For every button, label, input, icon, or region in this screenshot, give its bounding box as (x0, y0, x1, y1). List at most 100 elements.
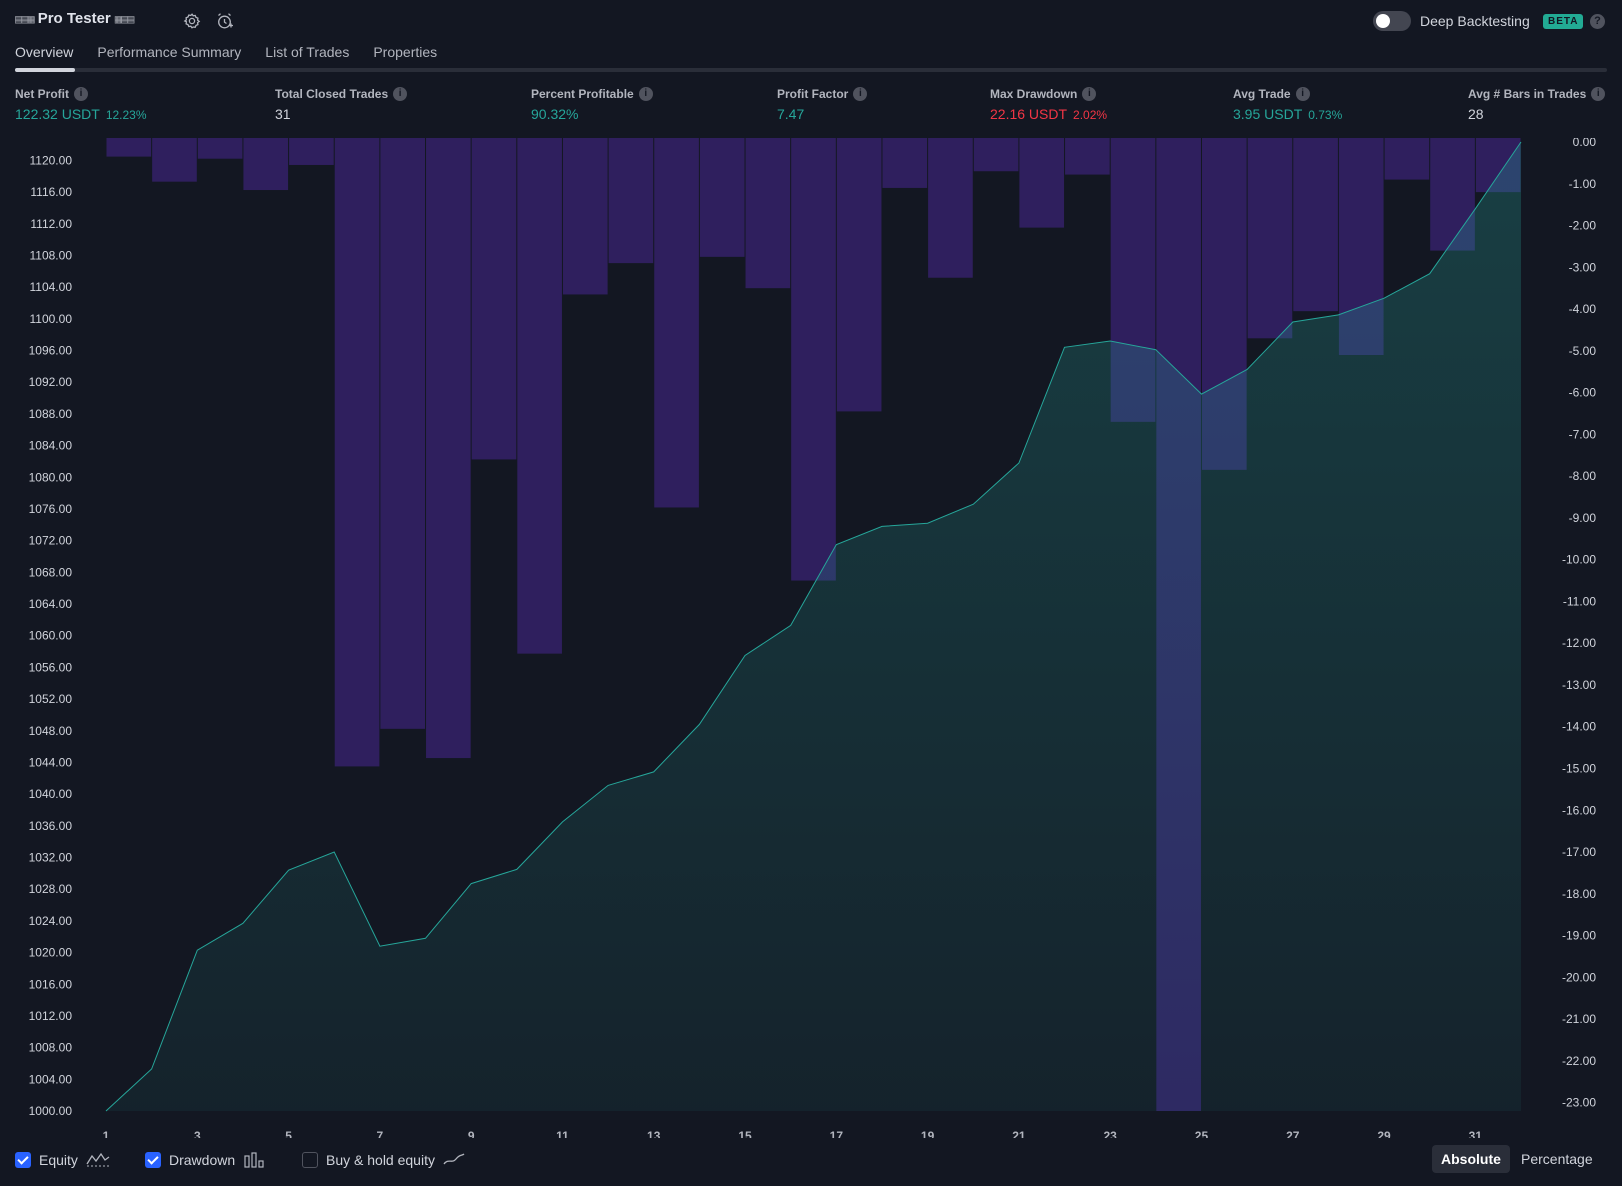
stat-avg-bars-in-trades: Avg # Bars in Trades i 28 (1468, 87, 1606, 122)
left-axis-tick-label: 1120.00 (30, 153, 73, 167)
drawdown-bar (106, 138, 152, 157)
left-axis-tick-label: 1056.00 (29, 660, 73, 674)
stat-label: Avg Trade (1233, 87, 1291, 101)
stat-label: Profit Factor (777, 87, 849, 101)
active-tab-indicator (15, 68, 75, 72)
drawdown-bar (882, 138, 928, 188)
legend-drawdown[interactable]: Drawdown (145, 1152, 265, 1168)
right-axis-tick-label: -15.00 (1562, 762, 1596, 776)
stat-percent-profitable: Percent Profitable i 90.32% (531, 87, 653, 122)
left-axis-tick-label: 1036.00 (29, 819, 73, 833)
drawdown-bar (426, 138, 471, 759)
equity-drawdown-chart[interactable]: 1120.00 1116.00 1112.00 1108.00 1104.00 1100.… (0, 138, 1622, 1138)
left-axis-tick-label: 1092.00 (29, 375, 73, 389)
drawdown-bar (243, 138, 289, 191)
info-icon[interactable]: i (1591, 87, 1606, 101)
left-axis-tick-label: 1028.00 (29, 882, 73, 896)
tab-bar: Overview Performance Summary List of Tra… (15, 44, 437, 68)
left-axis-tick-label: 1080.00 (29, 470, 73, 484)
right-axis-tick-label: -19.00 (1562, 929, 1596, 943)
tab-overview[interactable]: Overview (15, 44, 73, 68)
legend-equity[interactable]: Equity (15, 1152, 110, 1168)
left-axis-tick-label: 1112.00 (30, 217, 72, 231)
left-axis-tick-label: 1116.00 (30, 185, 72, 199)
left-axis-tick-label: 1012.00 (29, 1009, 73, 1023)
right-axis-tick-label: -17.00 (1562, 845, 1596, 859)
left-axis-tick-label: 1104.00 (30, 280, 73, 294)
equity-checkbox[interactable] (15, 1152, 31, 1168)
right-axis-tick-label: -6.00 (1569, 386, 1597, 400)
tab-properties[interactable]: Properties (373, 44, 437, 68)
x-axis-tick-label: 5 (285, 1129, 292, 1138)
stat-value: 31 (275, 106, 291, 122)
info-icon[interactable]: i (853, 87, 868, 101)
x-axis-tick-label: 27 (1286, 1129, 1300, 1138)
legend-buy-hold[interactable]: Buy & hold equity (302, 1152, 465, 1168)
info-icon[interactable]: i (393, 87, 408, 101)
x-axis-tick-label: 9 (468, 1129, 475, 1138)
help-icon[interactable]: ? (1590, 14, 1605, 29)
right-axis-tick-label: -8.00 (1569, 469, 1597, 483)
drawdown-bars-icon (244, 1152, 264, 1168)
legend-label: Drawdown (169, 1152, 236, 1168)
beta-badge: BETA (1543, 14, 1584, 29)
stat-value: 7.47 (777, 106, 805, 122)
left-axis-tick-label: 1004.00 (29, 1072, 73, 1086)
info-icon[interactable]: i (1082, 87, 1097, 101)
x-axis: 1 3 5 7 9 11 13 15 17 19 21 23 25 27 29 31 (103, 1129, 1483, 1138)
drawdown-bar (380, 138, 426, 729)
tab-performance-summary[interactable]: Performance Summary (97, 44, 241, 68)
drawdown-bar (973, 138, 1019, 172)
add-alert-clock-icon[interactable] (215, 11, 235, 31)
mode-percentage-button[interactable]: Percentage (1512, 1145, 1602, 1173)
left-axis-tick-label: 1068.00 (29, 565, 73, 579)
tab-list-of-trades[interactable]: List of Trades (265, 44, 349, 68)
left-axis-tick-label: 1048.00 (29, 724, 73, 738)
stat-value: 90.32% (531, 106, 579, 122)
info-icon[interactable]: i (74, 87, 88, 101)
top-bar: ▤▤▦ Pro Tester ▦▤▤ Deep Backtesting BETA… (0, 0, 1622, 42)
stat-profit-factor: Profit Factor i 7.47 (777, 87, 868, 122)
right-axis-tick-label: -22.00 (1562, 1054, 1596, 1068)
right-axis-tick-label: -20.00 (1562, 970, 1596, 984)
left-axis-tick-label: 1052.00 (29, 692, 73, 706)
drawdown-checkbox[interactable] (145, 1152, 161, 1168)
x-axis-tick-label: 7 (377, 1129, 384, 1138)
drawdown-bar (471, 138, 517, 460)
left-axis-tick-label: 1096.00 (29, 344, 73, 358)
toggle-knob (1376, 14, 1390, 28)
stat-label: Max Drawdown (990, 87, 1078, 101)
right-axis: 0.00 -1.00 -2.00 -3.00 -4.00 -5.00 -6.00 -7.00 -… (1562, 138, 1596, 1110)
drawdown-bar (1019, 138, 1065, 228)
x-axis-tick-label: 17 (830, 1129, 844, 1138)
legend-label: Buy & hold equity (326, 1152, 435, 1168)
left-axis-tick-label: 1032.00 (29, 851, 73, 865)
right-axis-tick-label: -2.00 (1569, 219, 1597, 233)
right-axis-tick-label: -21.00 (1562, 1012, 1596, 1026)
settings-gear-icon[interactable] (182, 11, 202, 31)
x-axis-tick-label: 19 (921, 1129, 935, 1138)
right-axis-tick-label: -3.00 (1569, 260, 1597, 274)
right-axis-tick-label: -5.00 (1569, 344, 1597, 358)
right-axis-tick-label: -9.00 (1569, 511, 1597, 525)
equity-line-icon (86, 1152, 110, 1167)
info-icon[interactable]: i (638, 87, 653, 101)
tab-underline (15, 68, 1607, 72)
drawdown-bar (334, 138, 380, 767)
drawdown-bar (928, 138, 973, 278)
stat-avg-trade: Avg Trade i 3.95 USDT 0.73% (1233, 87, 1342, 122)
stat-value: 3.95 USDT (1233, 106, 1303, 122)
x-axis-tick-label: 15 (738, 1129, 752, 1138)
deep-backtesting-toggle[interactable] (1373, 11, 1411, 31)
stat-net-profit: Net Profit i 122.32 USDT 12.23% (15, 87, 147, 122)
drawdown-bar (517, 138, 562, 654)
left-axis-tick-label: 1000.00 (29, 1104, 73, 1118)
right-axis-tick-label: -4.00 (1569, 302, 1597, 316)
mode-absolute-button[interactable]: Absolute (1432, 1145, 1510, 1173)
stat-percent: 0.73% (1308, 108, 1343, 122)
buy-hold-checkbox[interactable] (302, 1152, 318, 1168)
info-icon[interactable]: i (1295, 87, 1310, 101)
left-axis-tick-label: 1100.00 (30, 312, 73, 326)
left-axis-tick-label: 1040.00 (29, 787, 73, 801)
right-axis-tick-label: -11.00 (1563, 594, 1596, 608)
